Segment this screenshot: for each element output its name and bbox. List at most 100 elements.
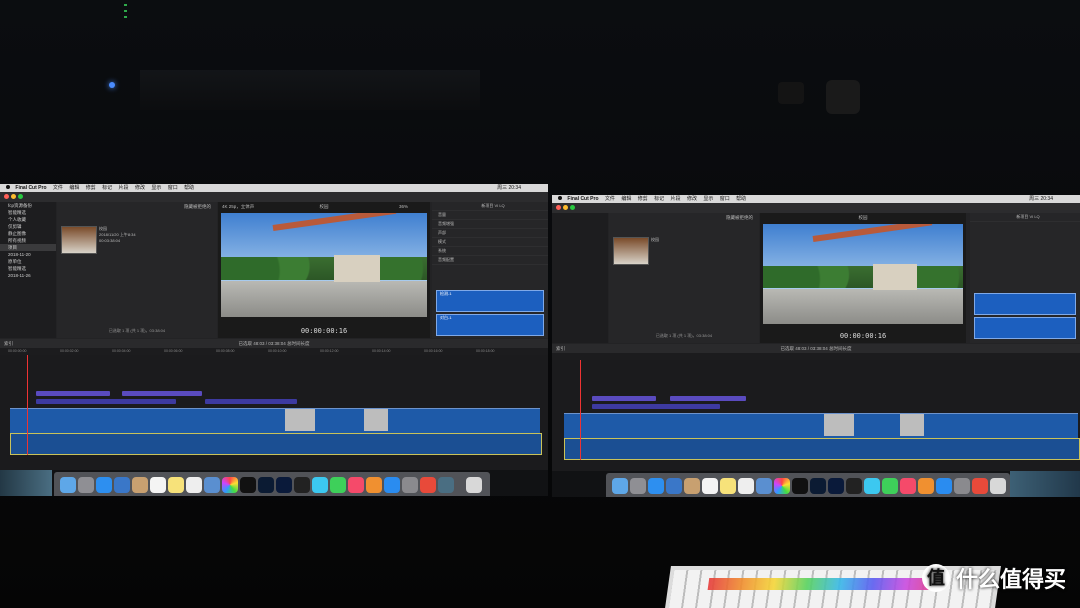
audio-config-stereo[interactable] bbox=[974, 293, 1076, 315]
library-item[interactable]: 仅剪辑 bbox=[0, 223, 56, 230]
photos-icon[interactable] bbox=[774, 478, 790, 494]
menu-modify[interactable]: 修改 bbox=[687, 196, 697, 202]
title-clip[interactable] bbox=[670, 396, 746, 401]
menu-help[interactable]: 帮助 bbox=[184, 185, 194, 191]
close-window-button[interactable] bbox=[4, 194, 9, 199]
books-icon[interactable] bbox=[366, 477, 382, 493]
inspector-row[interactable]: 音频增强 bbox=[432, 220, 548, 229]
library-item[interactable]: 所有视频 bbox=[0, 237, 56, 244]
primary-clip[interactable] bbox=[564, 413, 1078, 438]
browser-filter[interactable]: 隐藏被拒绝的 bbox=[726, 215, 753, 221]
safari-icon[interactable] bbox=[648, 478, 664, 494]
close-window-button[interactable] bbox=[556, 205, 561, 210]
zoom-window-button[interactable] bbox=[18, 194, 23, 199]
audio-clip[interactable] bbox=[10, 433, 542, 455]
playhead[interactable] bbox=[580, 360, 581, 460]
menu-view[interactable]: 显示 bbox=[703, 196, 713, 202]
app-icon[interactable] bbox=[972, 478, 988, 494]
lightroom-icon[interactable] bbox=[810, 478, 826, 494]
music-icon[interactable] bbox=[900, 478, 916, 494]
calendar-icon[interactable] bbox=[702, 478, 718, 494]
app-store-icon[interactable] bbox=[384, 477, 400, 493]
finder-icon[interactable] bbox=[612, 478, 628, 494]
gap-clip[interactable] bbox=[824, 414, 854, 436]
messages-icon[interactable] bbox=[864, 478, 880, 494]
title-clip[interactable] bbox=[205, 399, 297, 404]
apple-menu-icon[interactable] bbox=[6, 185, 10, 189]
library-item[interactable]: fcp资源备份 bbox=[0, 202, 56, 209]
gap-clip[interactable] bbox=[285, 409, 315, 431]
title-clip[interactable] bbox=[36, 399, 176, 404]
inspector-row[interactable]: 音量 bbox=[432, 211, 548, 220]
zoom-level[interactable]: 36% bbox=[399, 202, 408, 212]
system-preferences-icon[interactable] bbox=[402, 477, 418, 493]
mail-icon[interactable] bbox=[666, 478, 682, 494]
messages-icon[interactable] bbox=[312, 477, 328, 493]
menu-clip[interactable]: 片段 bbox=[671, 196, 681, 202]
maps-icon[interactable] bbox=[204, 477, 220, 493]
minimize-window-button[interactable] bbox=[563, 205, 568, 210]
photoshop-icon[interactable] bbox=[828, 478, 844, 494]
library-item[interactable]: 2018-11-26 bbox=[0, 272, 56, 279]
menu-file[interactable]: 文件 bbox=[53, 185, 63, 191]
gap-clip[interactable] bbox=[364, 409, 388, 431]
title-clip[interactable] bbox=[592, 396, 656, 401]
trash-icon[interactable] bbox=[466, 477, 482, 493]
title-clip[interactable] bbox=[592, 404, 720, 409]
final-cut-icon[interactable] bbox=[294, 477, 310, 493]
photoshop-icon[interactable] bbox=[276, 477, 292, 493]
audio-config-stereo[interactable]: 检测-1 bbox=[436, 290, 544, 312]
inspector-row[interactable]: 声部 bbox=[432, 229, 548, 238]
audio-config-dialog[interactable] bbox=[974, 317, 1076, 339]
reminders-icon[interactable] bbox=[186, 477, 202, 493]
zoom-window-button[interactable] bbox=[570, 205, 575, 210]
menu-mark[interactable]: 标记 bbox=[102, 185, 112, 191]
notes-icon[interactable] bbox=[720, 478, 736, 494]
app-store-icon[interactable] bbox=[936, 478, 952, 494]
menu-window[interactable]: 窗口 bbox=[168, 185, 178, 191]
books-icon[interactable] bbox=[918, 478, 934, 494]
calendar-icon[interactable] bbox=[150, 477, 166, 493]
library-item[interactable]: 项目 bbox=[0, 244, 56, 251]
music-icon[interactable] bbox=[348, 477, 364, 493]
qq-icon[interactable] bbox=[792, 478, 808, 494]
timeline[interactable] bbox=[552, 360, 1080, 471]
minimize-window-button[interactable] bbox=[11, 194, 16, 199]
menu-trim[interactable]: 修剪 bbox=[86, 185, 96, 191]
timeline[interactable] bbox=[0, 355, 548, 470]
menu-window[interactable]: 窗口 bbox=[720, 196, 730, 202]
menu-clip[interactable]: 片段 bbox=[119, 185, 129, 191]
playhead[interactable] bbox=[27, 355, 28, 455]
contacts-icon[interactable] bbox=[132, 477, 148, 493]
inspector-row[interactable]: 系统 bbox=[432, 247, 548, 256]
launchpad-icon[interactable] bbox=[630, 478, 646, 494]
library-item[interactable]: 智能精选 bbox=[0, 265, 56, 272]
library-item[interactable]: 原单位 bbox=[0, 258, 56, 265]
facetime-icon[interactable] bbox=[330, 477, 346, 493]
menu-mark[interactable]: 标记 bbox=[654, 196, 664, 202]
contacts-icon[interactable] bbox=[684, 478, 700, 494]
audio-clip[interactable] bbox=[564, 438, 1080, 460]
menu-app[interactable]: Final Cut Pro bbox=[567, 196, 598, 202]
app-icon[interactable] bbox=[420, 477, 436, 493]
menu-app[interactable]: Final Cut Pro bbox=[15, 185, 46, 191]
lightroom-icon[interactable] bbox=[258, 477, 274, 493]
apple-menu-icon[interactable] bbox=[558, 196, 562, 200]
facetime-icon[interactable] bbox=[882, 478, 898, 494]
title-clip[interactable] bbox=[122, 391, 202, 396]
folder-icon[interactable] bbox=[438, 477, 454, 493]
menu-edit[interactable]: 编辑 bbox=[69, 185, 79, 191]
system-preferences-icon[interactable] bbox=[954, 478, 970, 494]
launchpad-icon[interactable] bbox=[78, 477, 94, 493]
reminders-icon[interactable] bbox=[738, 478, 754, 494]
mail-icon[interactable] bbox=[114, 477, 130, 493]
clip-thumbnail[interactable] bbox=[61, 226, 97, 254]
menu-help[interactable]: 帮助 bbox=[736, 196, 746, 202]
clip-thumbnail[interactable] bbox=[613, 237, 649, 265]
photos-icon[interactable] bbox=[222, 477, 238, 493]
library-item[interactable]: 个人收藏 bbox=[0, 216, 56, 223]
menu-file[interactable]: 文件 bbox=[605, 196, 615, 202]
notes-icon[interactable] bbox=[168, 477, 184, 493]
gap-clip[interactable] bbox=[900, 414, 924, 436]
library-item[interactable]: 静止图像 bbox=[0, 230, 56, 237]
